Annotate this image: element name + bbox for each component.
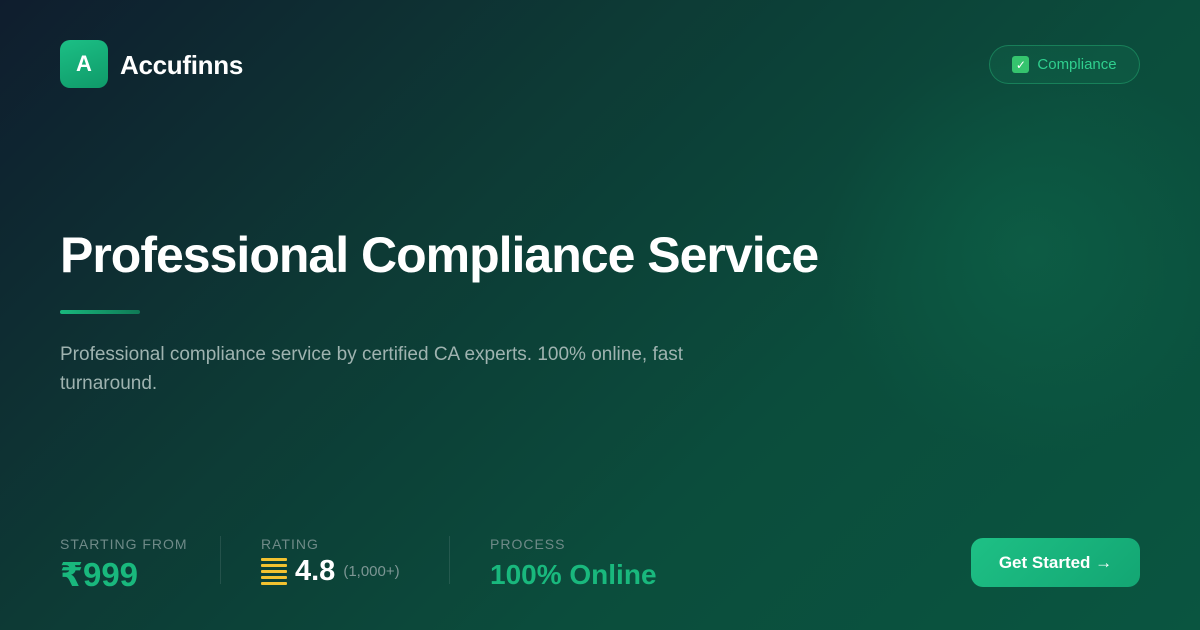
category-badge-label: Compliance [1037,56,1117,73]
stat-process-value: 100% Online [490,559,657,590]
category-badge: ✓ Compliance [989,45,1140,84]
brand-logo-letter: A [76,51,92,76]
check-box-icon: ✓ [1012,56,1030,73]
stat-separator [449,536,450,584]
title-divider [60,310,140,314]
stat-price-value: ₹999 [60,556,139,593]
stat-rating-value: 4.8 [295,555,336,587]
stat-rating: RATING 4.8 (1,000+) [261,535,400,588]
get-started-label: Get Started → [998,552,1113,572]
star-bars-icon [261,558,287,585]
stat-price: STARTING FROM ₹999 [60,535,188,593]
stat-rating-count: (1,000+) [343,563,400,580]
page-description: Professional compliance service by certi… [60,344,684,394]
stat-price-label: STARTING FROM [60,536,188,552]
brand-name[interactable]: Accufinns [120,50,243,81]
stat-separator [220,536,221,584]
background-glow [820,40,1200,460]
stat-rating-label: RATING [261,536,319,552]
page-title: Professional Compliance Service [60,227,819,283]
stat-process-label: PROCESS [490,536,566,552]
stat-process: PROCESS 100% Online [490,535,657,593]
get-started-button[interactable]: Get Started → [971,538,1140,587]
brand-logo[interactable]: A [60,40,108,88]
